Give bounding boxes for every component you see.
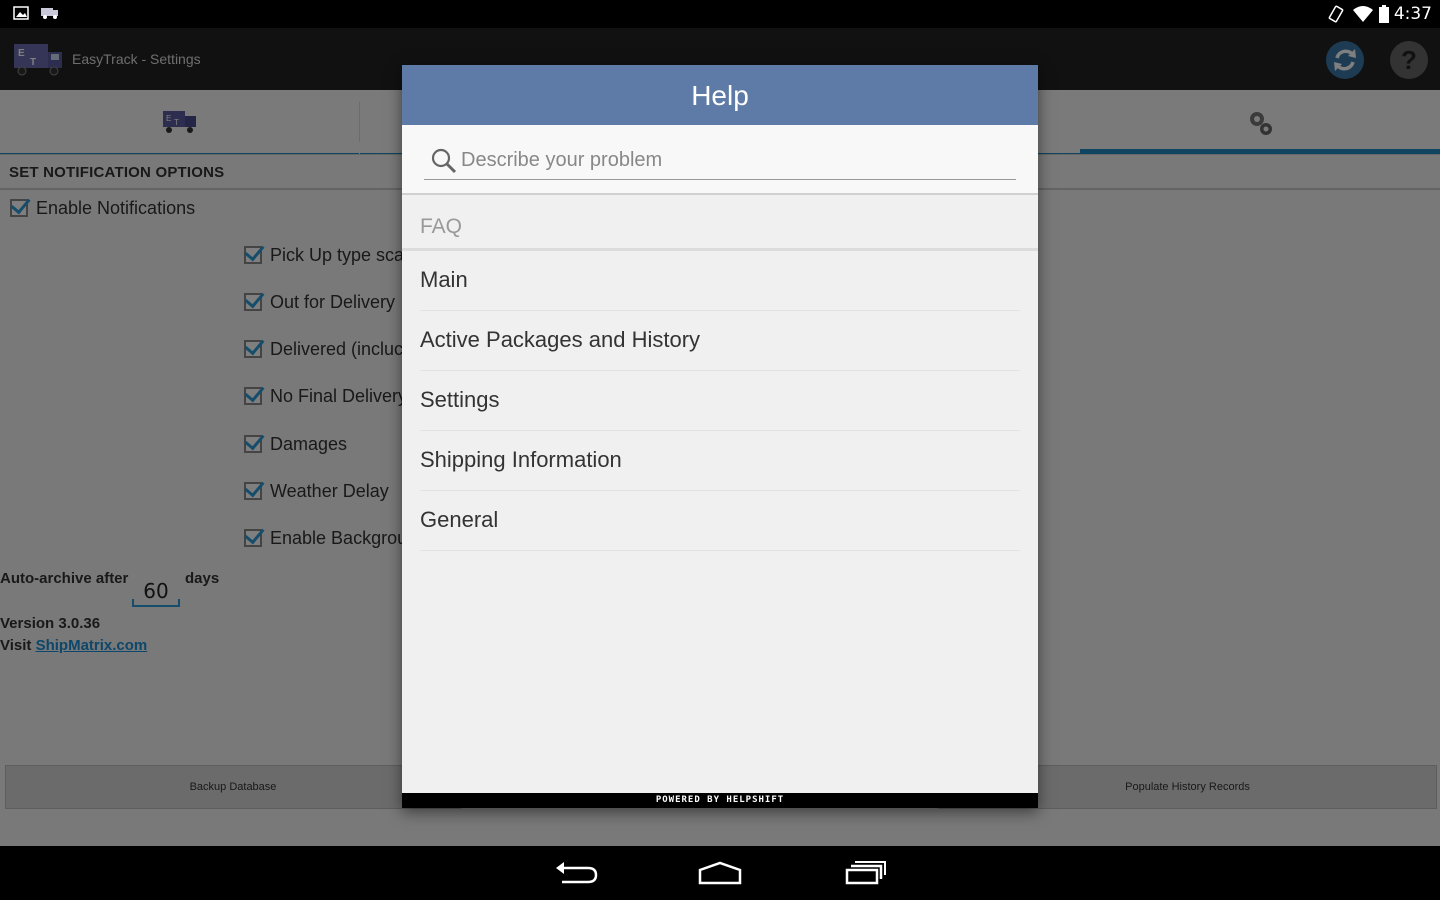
wifi-icon <box>1353 6 1373 22</box>
faq-item-settings[interactable]: Settings <box>402 371 1038 431</box>
rotate-icon <box>1328 5 1344 23</box>
faq-label: FAQ <box>420 215 463 238</box>
status-bar: 4:37 <box>0 0 1440 28</box>
help-dialog: Help Describe your problem FAQ Main Acti… <box>402 65 1038 808</box>
faq-item-label: Main <box>420 267 468 292</box>
search-area: Describe your problem <box>402 125 1038 195</box>
navigation-bar <box>0 846 1440 900</box>
faq-item-shipping-information[interactable]: Shipping Information <box>402 431 1038 491</box>
back-icon[interactable] <box>548 856 604 890</box>
home-icon[interactable] <box>692 856 748 890</box>
powered-by-footer: POWERED BY HELPSHIFT <box>402 793 1038 808</box>
image-icon <box>13 6 29 20</box>
battery-icon <box>1379 5 1389 23</box>
search-icon <box>431 148 457 174</box>
faq-item-general[interactable]: General <box>402 491 1038 551</box>
clock: 4:37 <box>1393 4 1432 24</box>
faq-item-label: Active Packages and History <box>420 327 701 352</box>
faq-item-label: Settings <box>420 387 500 412</box>
search-placeholder: Describe your problem <box>461 149 663 171</box>
faq-item-active-packages[interactable]: Active Packages and History <box>402 311 1038 371</box>
faq-item-label: Shipping Information <box>420 447 622 472</box>
faq-item-label: General <box>420 507 499 532</box>
search-input[interactable]: Describe your problem <box>424 145 1016 180</box>
truck-icon <box>41 8 58 19</box>
recents-icon[interactable] <box>837 856 893 890</box>
faq-item-main[interactable]: Main <box>402 251 1038 311</box>
dialog-title: Help <box>402 65 1038 125</box>
